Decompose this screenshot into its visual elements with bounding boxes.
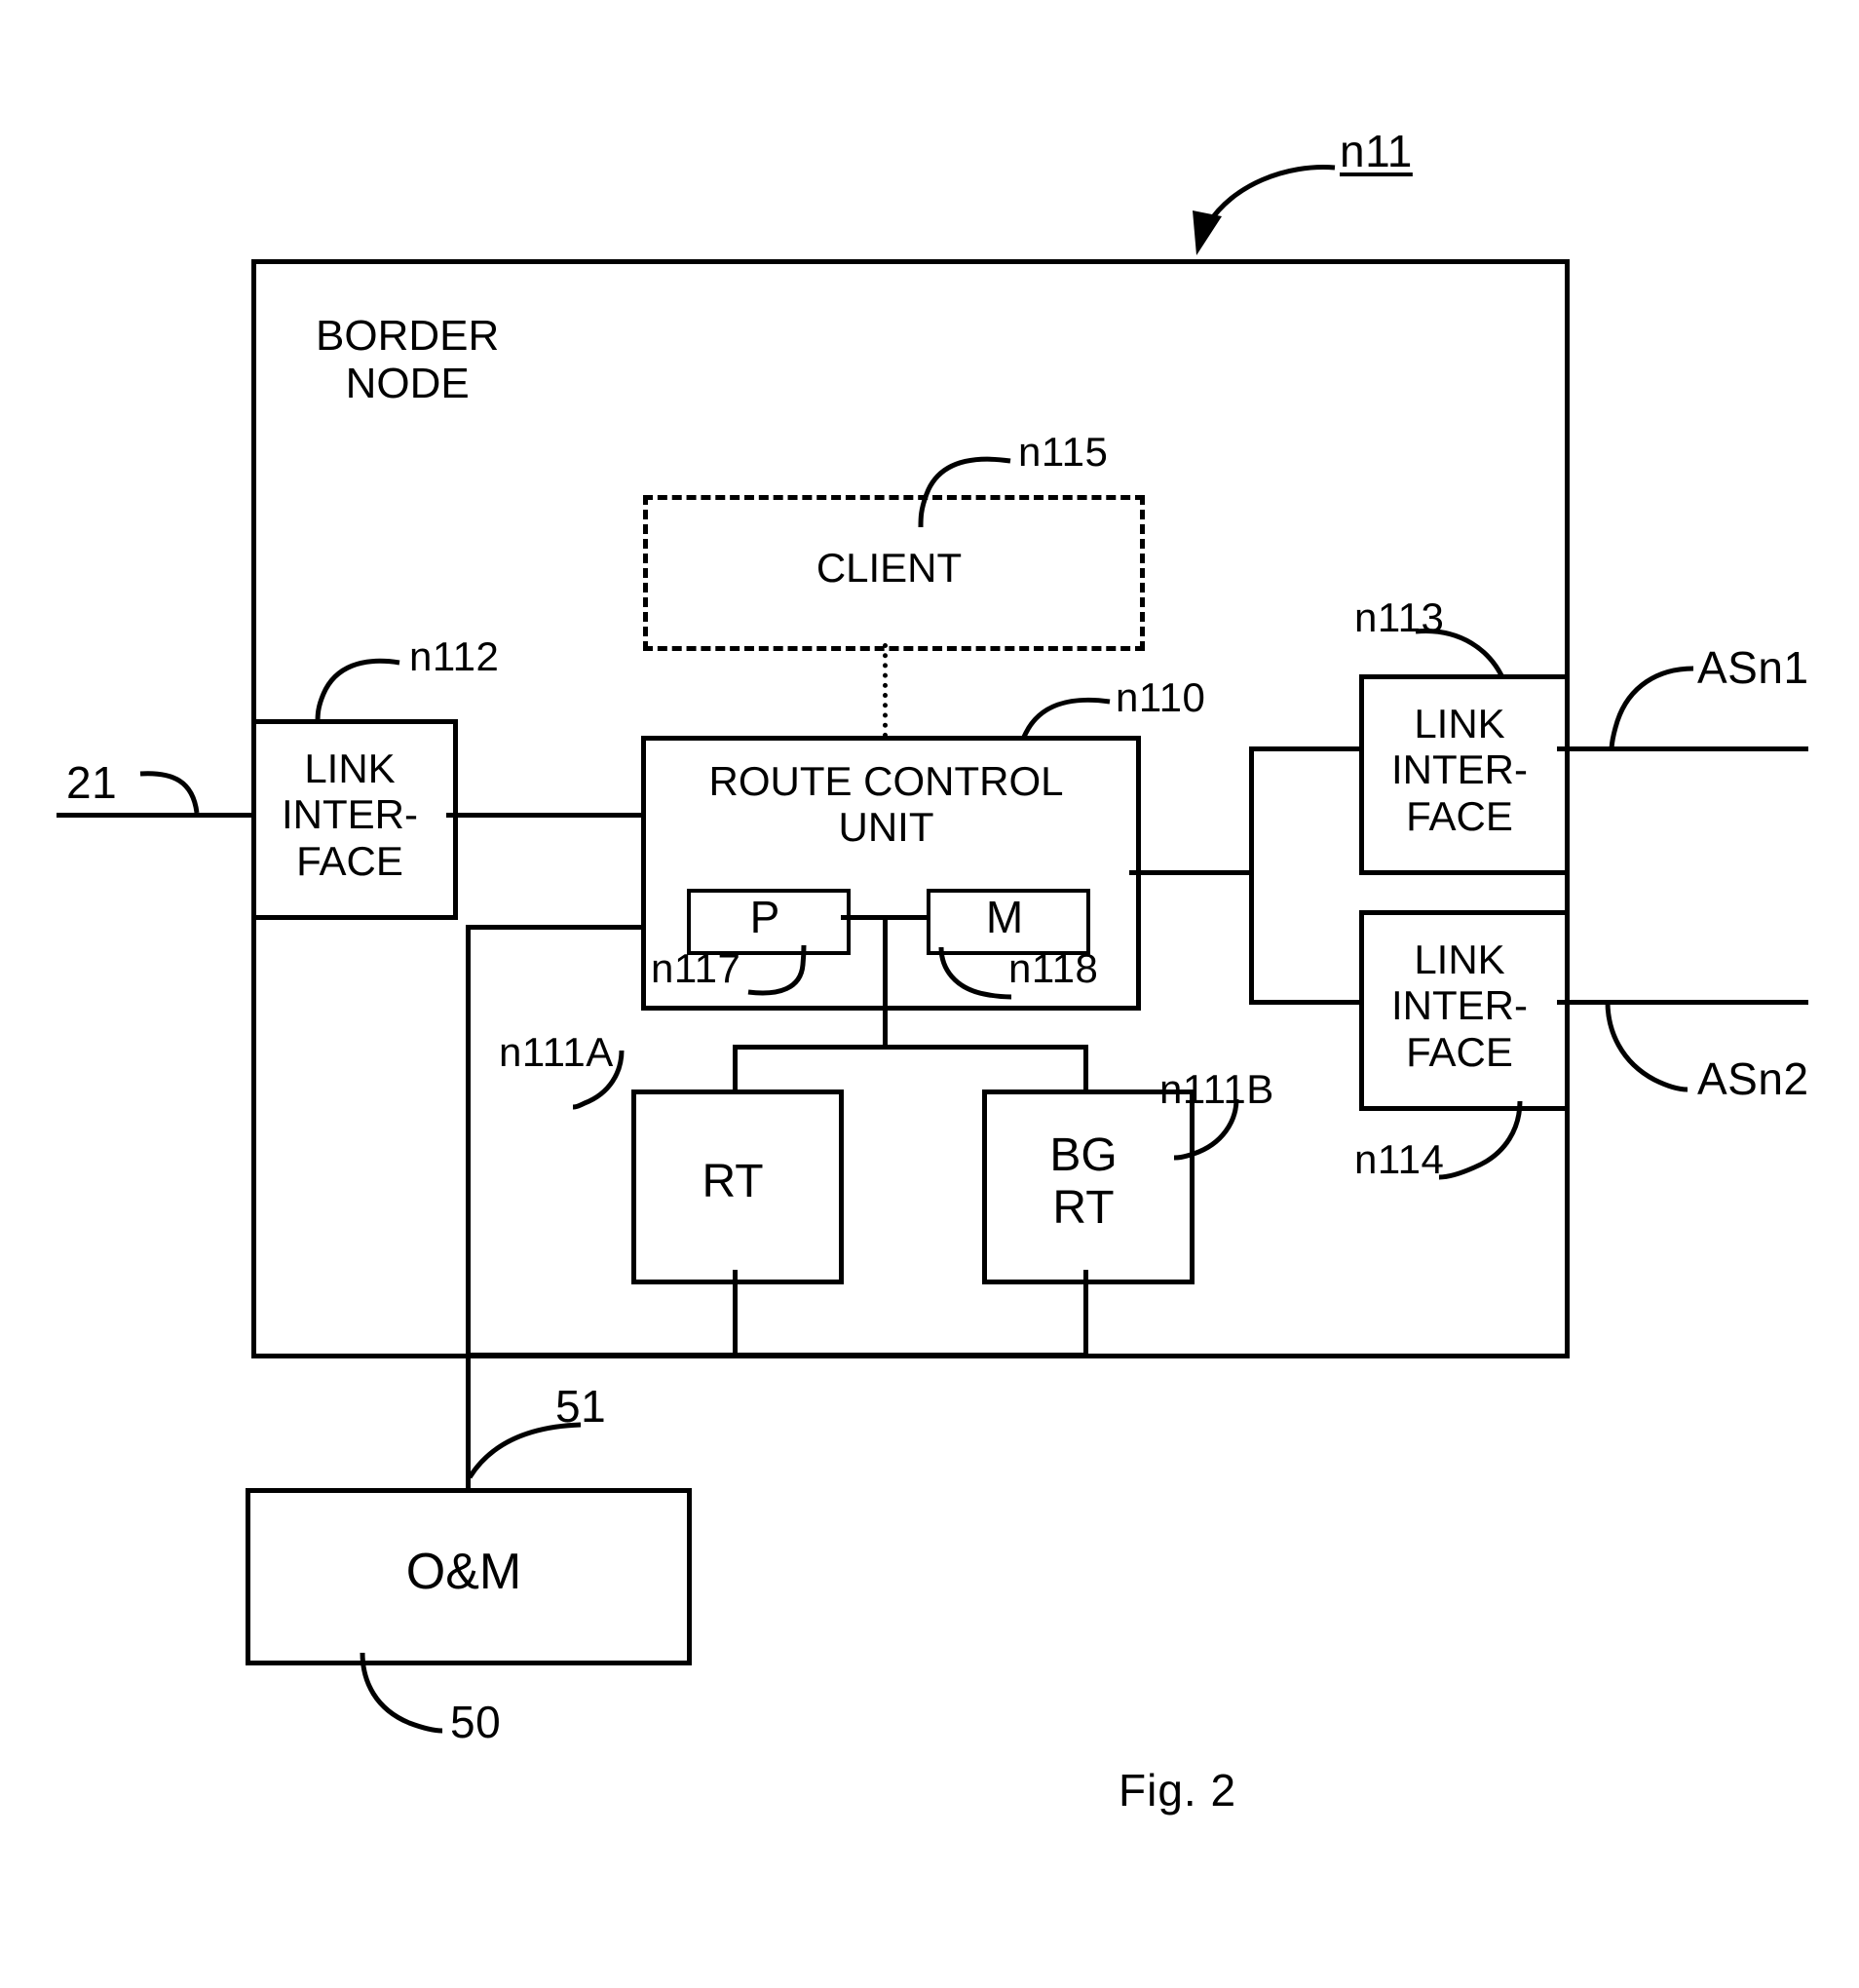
client-label: CLIENT	[816, 545, 963, 592]
link-21-leader	[139, 771, 200, 814]
rcu-to-right-bus-wire	[1129, 870, 1254, 875]
rcu-to-routing-tables-line	[883, 915, 888, 1050]
link-interface-right-bottom-label: LINK INTER- FACE	[1391, 937, 1528, 1075]
client-to-rcu-dotted-line	[883, 643, 888, 738]
patent-figure-page: n11 BORDER NODE n115 CLIENT n110 ROUTE C…	[0, 0, 1859, 1988]
oam-link-51-label: 51	[555, 1381, 607, 1432]
p-unit-label: P	[749, 892, 780, 943]
border-node-reference-n11: n11	[1340, 126, 1413, 176]
asn1-label: ASn1	[1697, 642, 1809, 693]
rt-reference-n111A: n111A	[499, 1029, 614, 1075]
oam-reference-50: 50	[450, 1697, 502, 1747]
routing-tables-bottom-bus	[466, 1353, 1088, 1357]
link-interface-left-label: LINK INTER- FACE	[282, 746, 418, 884]
oam-label: O&M	[405, 1543, 522, 1600]
border-node-title: BORDER NODE	[316, 312, 500, 408]
link-interface-left-reference-n112: n112	[409, 633, 500, 679]
link-interface-left-to-rcu-wire	[446, 813, 645, 818]
figure-caption: Fig. 2	[1119, 1765, 1237, 1816]
client-reference-n115: n115	[1018, 429, 1109, 475]
link-interface-right-top-reference-n113: n113	[1354, 594, 1445, 640]
bus-to-link-interface-bottom-wire	[1249, 1000, 1361, 1005]
bus-to-link-interface-top-wire	[1249, 746, 1361, 751]
external-link-21-label: 21	[66, 757, 118, 808]
rcu-reference-n110: n110	[1116, 674, 1206, 720]
asn1-leader	[1609, 666, 1694, 751]
bg-rt-label: BG RT	[1049, 1129, 1118, 1234]
rcu-to-left-bus-wire	[466, 925, 643, 930]
n117-leader	[747, 944, 807, 996]
link-interface-right-top-label: LINK INTER- FACE	[1391, 701, 1528, 839]
link-interface-right-bottom-reference-n114: n114	[1354, 1136, 1445, 1182]
bgrt-bottom-stub	[1083, 1270, 1088, 1357]
rt-top-stub	[733, 1045, 738, 1093]
route-control-unit-label: ROUTE CONTROL UNIT	[708, 757, 1064, 850]
m-unit-reference-n118: n118	[1008, 945, 1099, 991]
n11-leader-arrow	[1193, 165, 1336, 255]
m-unit-label: M	[985, 892, 1024, 943]
bgrt-top-stub	[1083, 1045, 1088, 1093]
n112-leader	[315, 658, 400, 724]
rt-bottom-stub	[733, 1270, 738, 1357]
bg-rt-reference-n111B: n111B	[1159, 1066, 1274, 1112]
p-unit-reference-n117: n117	[651, 945, 741, 991]
asn2-label: ASn2	[1697, 1053, 1809, 1104]
right-interface-bus	[1249, 746, 1254, 1005]
routing-tables-top-bus	[733, 1045, 1088, 1050]
